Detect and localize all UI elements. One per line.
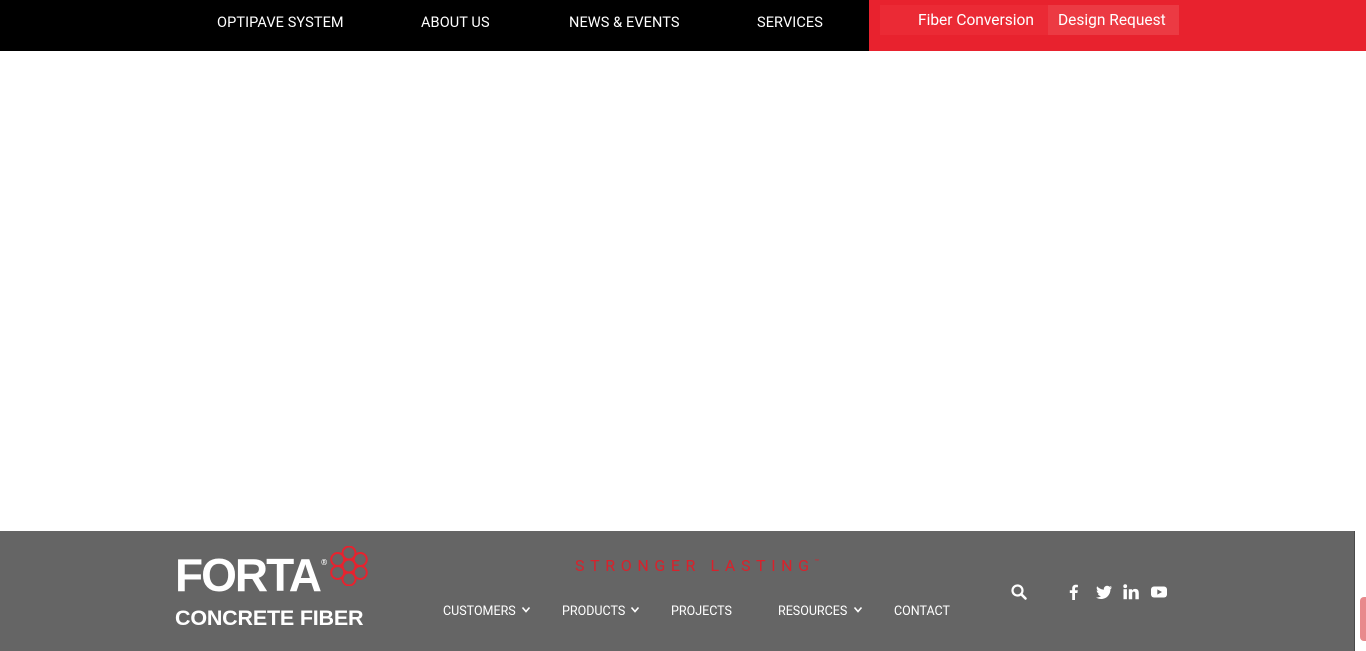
footer-nav-products[interactable]: PRODUCTS xyxy=(562,604,625,619)
footer-nav-contact[interactable]: CONTACT xyxy=(894,604,950,619)
twitter-icon[interactable] xyxy=(1095,583,1113,601)
nav-about-us[interactable]: ABOUT US xyxy=(421,14,490,31)
logo-subtitle: CONCRETE FIBER xyxy=(175,606,364,630)
logo-wordmark: FORTA xyxy=(175,549,322,601)
nav-services[interactable]: SERVICES xyxy=(757,14,823,31)
tagline: STRONGER LASTING™ xyxy=(575,556,820,575)
facebook-icon[interactable] xyxy=(1065,583,1083,601)
footer-nav-resources[interactable]: RESOURCES xyxy=(778,604,847,619)
forta-logo[interactable]: FORTA ® CONCRETE FIBER xyxy=(175,546,375,632)
footer-nav-projects[interactable]: PROJECTS xyxy=(671,604,732,619)
main-content-area xyxy=(0,51,1366,531)
scroll-to-top-handle[interactable] xyxy=(1360,597,1366,641)
nav-optipave-system[interactable]: OPTIPAVE SYSTEM xyxy=(217,14,344,31)
design-request-button[interactable]: Design Request xyxy=(1048,5,1179,35)
logo-registered-mark: ® xyxy=(321,558,328,567)
chevron-down-icon[interactable] xyxy=(521,604,531,616)
fiber-molecule-icon xyxy=(330,546,368,586)
nav-news-events[interactable]: NEWS & EVENTS xyxy=(569,14,680,31)
youtube-icon[interactable] xyxy=(1150,583,1168,601)
fiber-conversion-button[interactable]: Fiber Conversion xyxy=(880,5,1048,35)
chevron-down-icon[interactable] xyxy=(853,604,863,616)
search-icon[interactable] xyxy=(1010,583,1028,601)
footer-nav-customers[interactable]: CUSTOMERS xyxy=(443,604,516,619)
chevron-down-icon[interactable] xyxy=(630,604,640,616)
linkedin-icon[interactable] xyxy=(1122,583,1140,601)
